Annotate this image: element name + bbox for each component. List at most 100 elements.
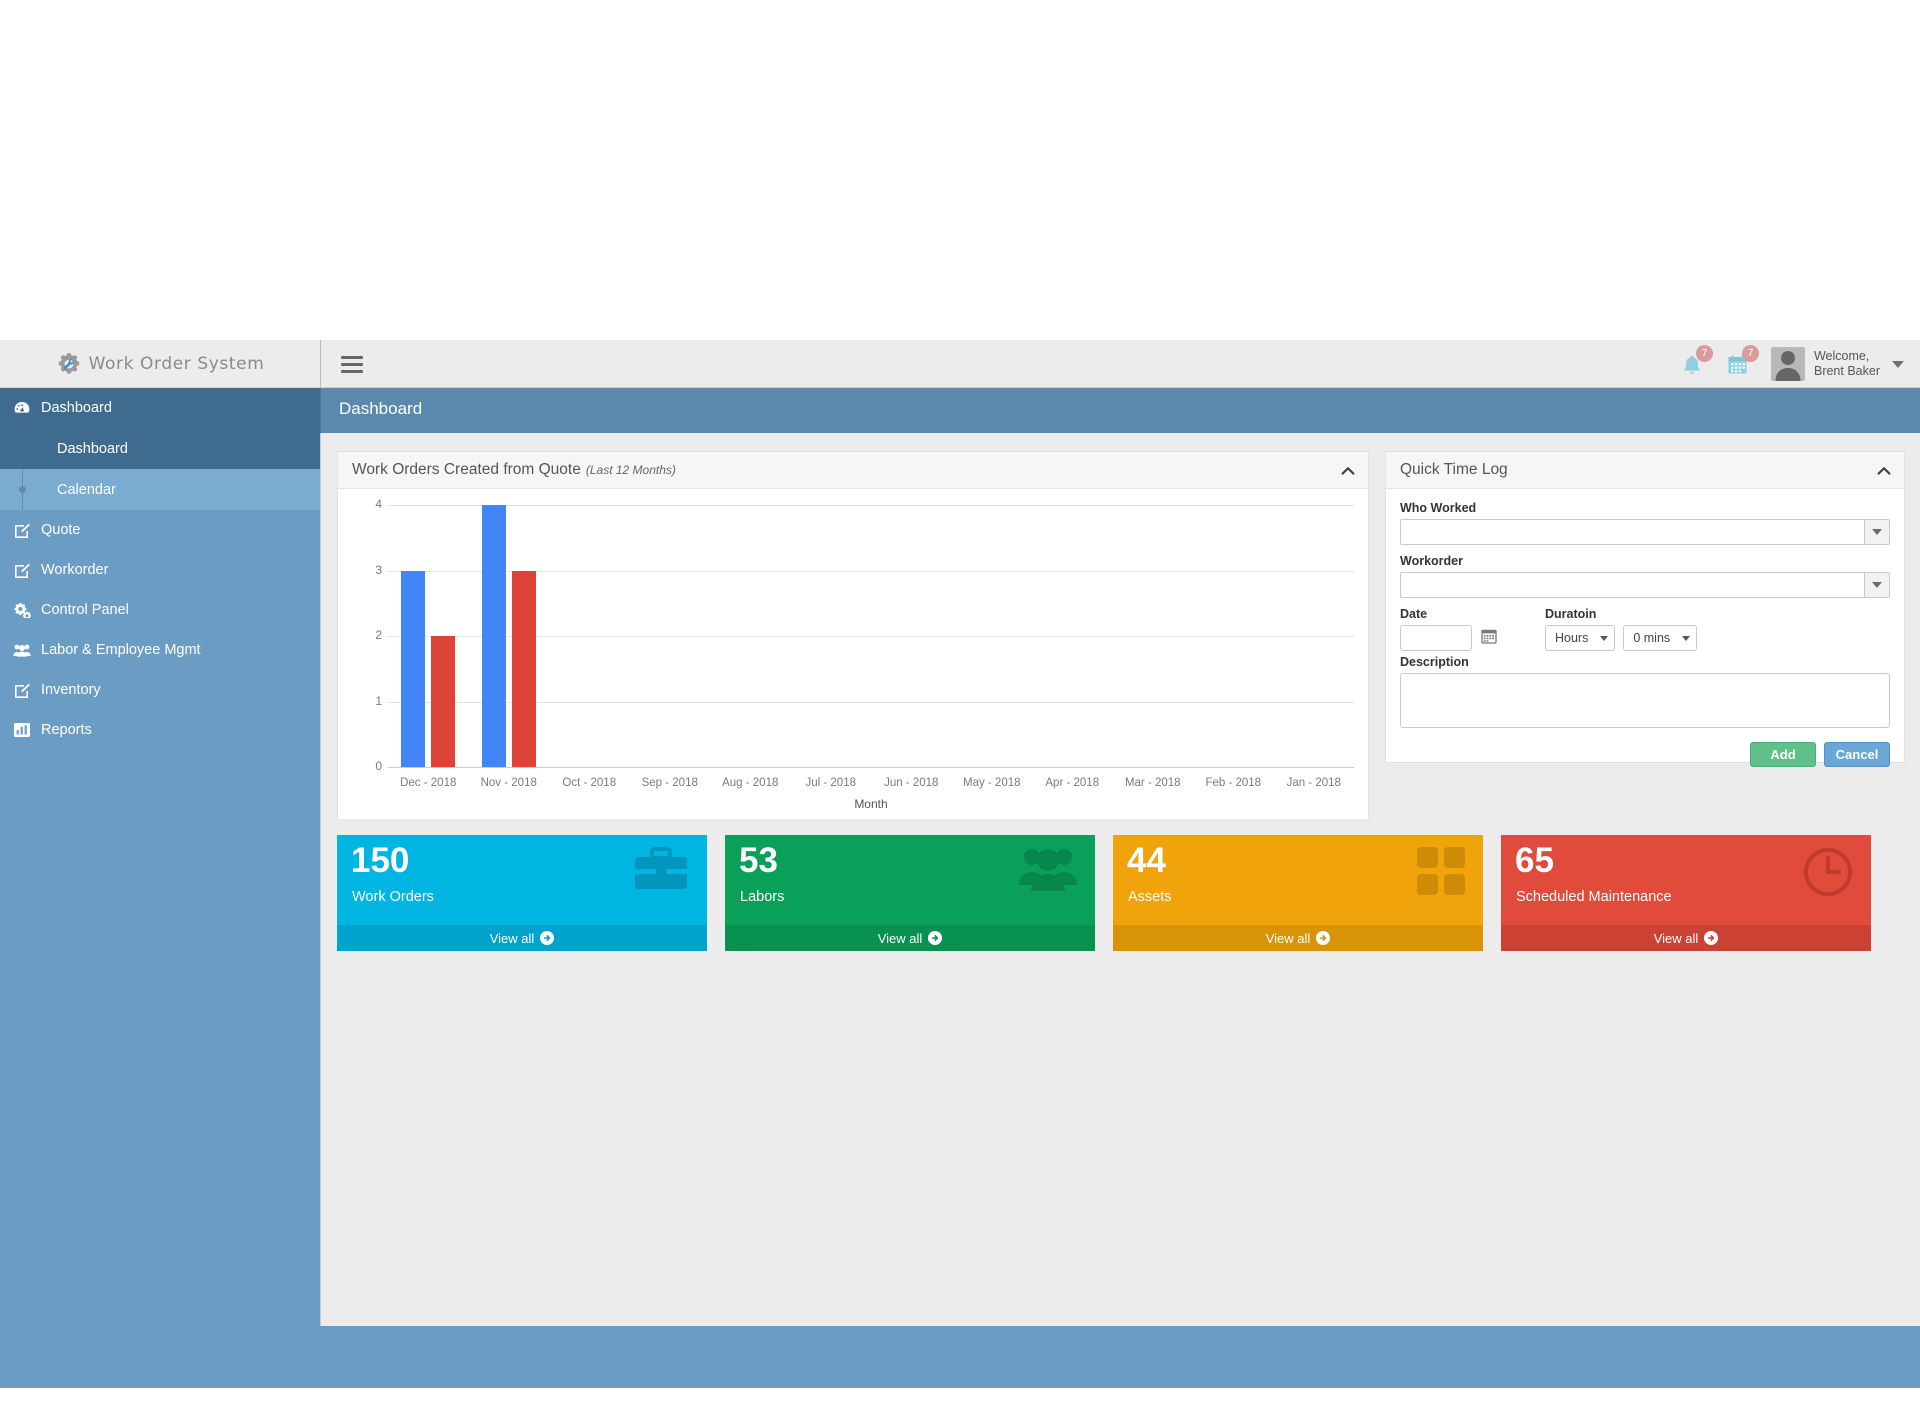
description-label: Description [1400, 655, 1469, 669]
sidebar-subitem-label: Dashboard [57, 440, 128, 457]
user-avatar-icon [1770, 347, 1805, 381]
user-name: Brent Baker [1813, 364, 1880, 378]
sidebar-item-label: Dashboard [41, 400, 112, 416]
duration-minutes-value: 0 mins [1633, 631, 1671, 645]
gear-wrench-icon [56, 351, 82, 377]
users-group-icon [1019, 847, 1077, 893]
chart-bar[interactable] [401, 570, 426, 767]
quick-time-log-title: Quick Time Log [1400, 461, 1508, 478]
sidebar-item-label: Quote [41, 522, 81, 538]
calendar-icon[interactable] [1481, 628, 1497, 649]
chart-x-tick-label: Dec - 2018 [400, 777, 457, 789]
chart-bar[interactable] [481, 505, 506, 767]
view-all-work-orders[interactable]: View all [337, 925, 707, 951]
sidebar-item-label: Workorder [41, 562, 109, 578]
hamburger-icon[interactable] [341, 353, 363, 375]
chart-x-tick-label: Jun - 2018 [884, 777, 939, 789]
chart-bar[interactable] [431, 636, 456, 767]
chart-bar-group [1193, 505, 1274, 767]
sidebar-subitem-dashboard[interactable]: Dashboard [0, 428, 320, 469]
sidebar-item-control-panel[interactable]: Control Panel [0, 590, 320, 630]
chart-x-tick-label: Sep - 2018 [641, 777, 698, 789]
stat-value: 150 [351, 841, 410, 880]
clock-icon [1803, 847, 1853, 897]
chevron-up-icon[interactable] [1876, 463, 1892, 479]
chart-bar-group [630, 505, 711, 767]
add-button[interactable]: Add [1750, 742, 1816, 767]
calendar-button[interactable]: 7 [1715, 340, 1761, 388]
quick-time-log-panel: Quick Time Log Who Worked Workorder Date… [1385, 451, 1905, 767]
calendar-badge: 7 [1741, 345, 1759, 362]
view-all-labors[interactable]: View all [725, 925, 1095, 951]
who-worked-label: Who Worked [1400, 501, 1477, 515]
chart-bars-layer [388, 505, 1354, 767]
duration-label: Duratoin [1545, 607, 1597, 621]
user-greeting-block: Welcome, Brent Baker [1814, 349, 1880, 379]
chart-y-tick-label: 1 [375, 693, 382, 708]
topbar-right-group: 7 7 Welcome, Brent Baker [1669, 340, 1912, 388]
date-input[interactable] [1400, 625, 1472, 651]
view-all-scheduled-maintenance[interactable]: View all [1501, 925, 1871, 951]
sidebar-item-label: Labor & Employee Mgmt [41, 642, 201, 658]
chevron-down-icon[interactable] [1892, 360, 1904, 368]
date-label: Date [1400, 607, 1428, 621]
view-all-label: View all [1265, 930, 1311, 946]
brand-name: Work Order System [88, 353, 265, 374]
cancel-button[interactable]: Cancel [1824, 742, 1890, 767]
sidebar-subitem-calendar[interactable]: Calendar [0, 469, 320, 510]
page-header: Dashboard [320, 388, 1920, 433]
workorder-label: Workorder [1400, 554, 1463, 568]
duration-minutes-select[interactable]: 0 mins [1623, 625, 1698, 651]
chevron-up-icon[interactable] [1340, 463, 1356, 479]
dashboard-icon [12, 400, 32, 416]
sidebar-item-inventory[interactable]: Inventory [0, 670, 320, 710]
date-duration-row: Date Duratoin Hours 0 mins [1400, 607, 1890, 651]
stat-card-work-orders[interactable]: 150 Work Orders View all [337, 835, 707, 951]
chart-y-tick-label: 4 [375, 497, 382, 511]
chart-bar-group [952, 505, 1033, 767]
notifications-button[interactable]: 7 [1669, 340, 1715, 388]
chart-gridline [388, 767, 1354, 768]
user-menu[interactable]: Welcome, Brent Baker [1761, 347, 1912, 381]
stat-card-labors[interactable]: 53 Labors View all [725, 835, 1095, 951]
user-greeting: Welcome, [1813, 349, 1870, 363]
sidebar-item-dashboard[interactable]: Dashboard [0, 388, 320, 428]
chart-y-tick-label: 0 [375, 759, 382, 773]
workorder-input[interactable] [1400, 572, 1864, 598]
sidebar-item-labor-employee-mgmt[interactable]: Labor & Employee Mgmt [0, 630, 320, 670]
sidebar-nav: Dashboard Dashboard Calendar Quote Worko… [0, 388, 320, 750]
duration-hours-select[interactable]: Hours [1545, 625, 1616, 651]
chart-bar[interactable] [511, 570, 536, 767]
stat-label: Work Orders [352, 889, 434, 905]
stat-label: Scheduled Maintenance [1516, 889, 1672, 905]
chart-subtitle-text: (Last 12 Months) [585, 463, 676, 477]
chart-bar-group [1274, 505, 1355, 767]
caret-down-icon[interactable] [1864, 519, 1890, 545]
who-worked-combo[interactable] [1400, 519, 1890, 545]
who-worked-input[interactable] [1400, 519, 1864, 545]
sidebar-item-quote[interactable]: Quote [0, 510, 320, 550]
brand-logo-area[interactable]: Work Order System [0, 340, 320, 388]
arrow-right-circle-icon [1704, 931, 1719, 945]
chart-bar-group [871, 505, 952, 767]
arrow-right-circle-icon [928, 931, 943, 945]
caret-down-icon [1600, 635, 1609, 641]
chart-bar-group [1113, 505, 1194, 767]
workorder-combo[interactable] [1400, 572, 1890, 598]
stat-card-scheduled-maintenance[interactable]: 65 Scheduled Maintenance View all [1501, 835, 1871, 951]
sidebar-item-workorder[interactable]: Workorder [0, 550, 320, 590]
view-all-assets[interactable]: View all [1113, 925, 1483, 951]
briefcase-icon [633, 847, 689, 895]
stat-card-assets[interactable]: 44 Assets View all [1113, 835, 1483, 951]
arrow-right-circle-icon [1316, 931, 1331, 945]
chart-x-axis-title: Month [854, 797, 888, 811]
description-textarea[interactable] [1400, 673, 1890, 728]
caret-down-icon[interactable] [1864, 572, 1890, 598]
sidebar-item-reports[interactable]: Reports [0, 710, 320, 750]
date-field-group: Date [1400, 607, 1545, 651]
view-all-label: View all [877, 930, 923, 946]
duration-hours-value: Hours [1555, 631, 1589, 645]
caret-down-icon [1682, 635, 1691, 641]
chart-y-tick-label: 2 [375, 628, 382, 642]
chart-x-tick-label: May - 2018 [962, 777, 1021, 789]
